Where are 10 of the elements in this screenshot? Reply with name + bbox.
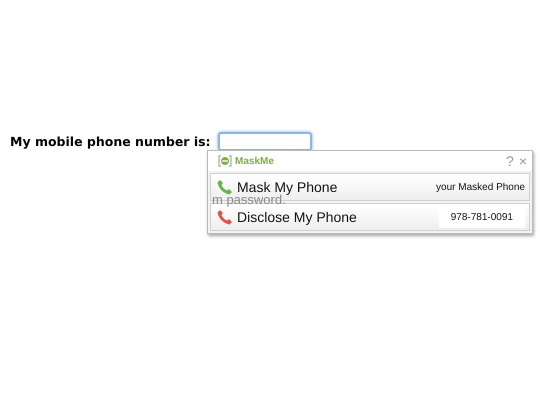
field-label: My mobile phone number is:	[10, 134, 211, 149]
phone-icon	[217, 179, 233, 195]
brand-name: MaskMe	[235, 156, 275, 166]
option-label: Mask My Phone	[237, 179, 338, 195]
phone-detail: your Masked Phone	[436, 182, 525, 192]
phone-detail: 978-781-0091	[438, 206, 525, 228]
phone-input-field[interactable]	[218, 132, 312, 151]
option-label: Disclose My Phone	[237, 209, 358, 225]
logo-icon	[218, 155, 232, 167]
phone-icon	[217, 209, 233, 225]
